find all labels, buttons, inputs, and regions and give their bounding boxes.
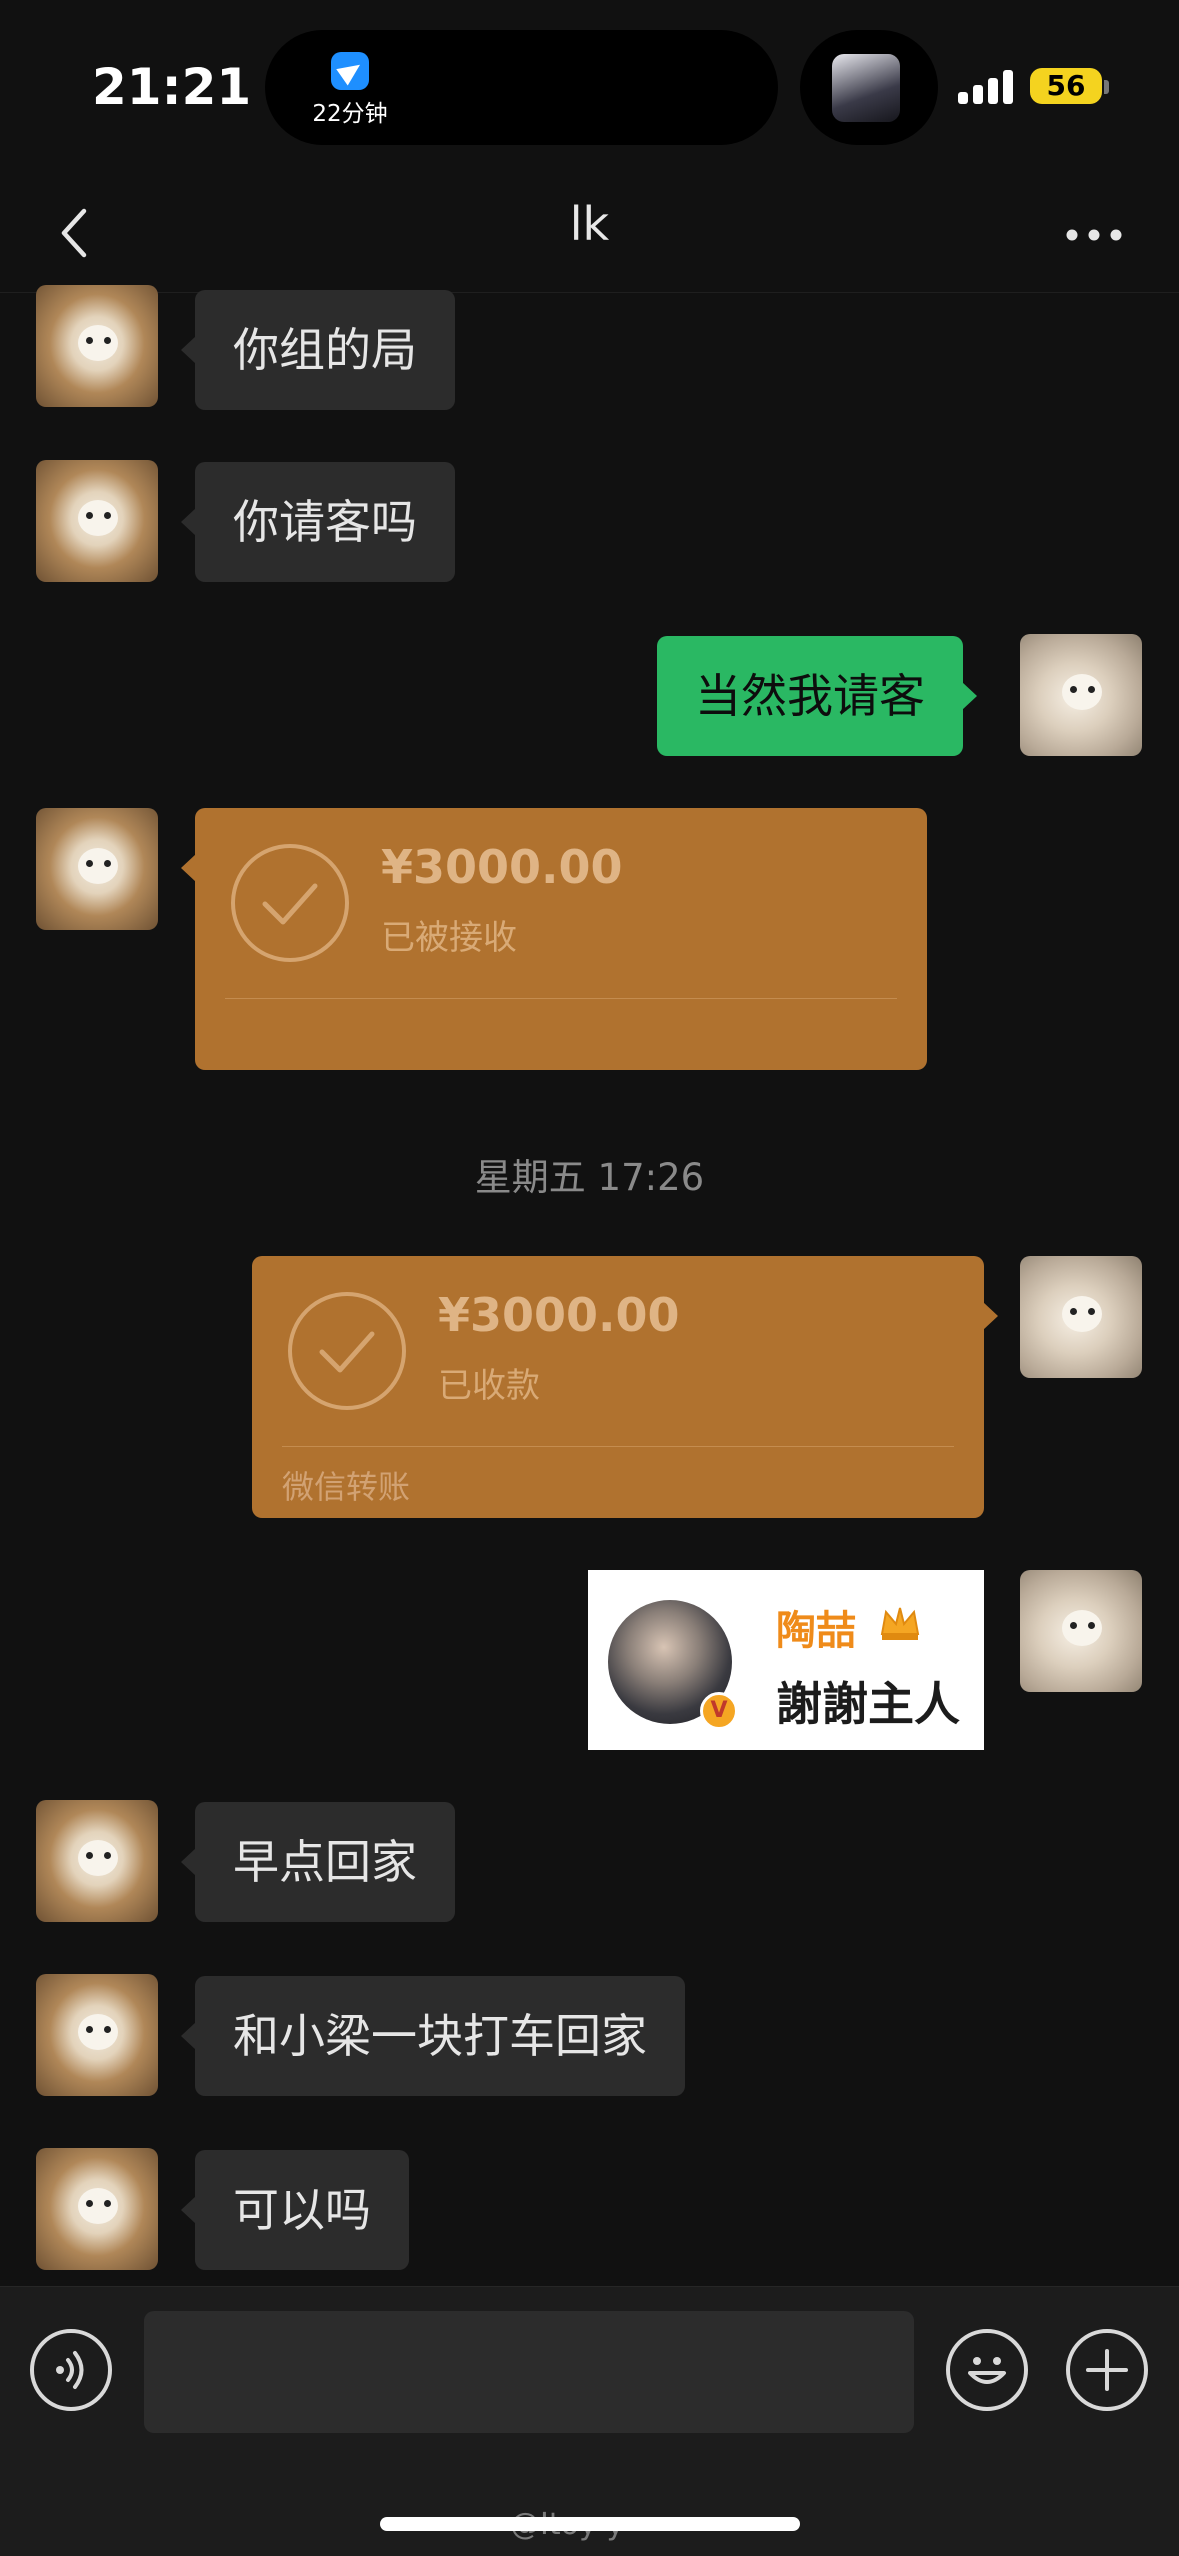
status-time: 21:21: [92, 58, 252, 116]
sticker-message[interactable]: V 陶喆 謝謝主人: [588, 1570, 984, 1750]
timestamp: 星期五 17:26: [474, 1156, 705, 1199]
divider: [282, 1446, 954, 1447]
contact-avatar[interactable]: [36, 808, 158, 930]
transfer-amount: ¥3000.00: [438, 1288, 680, 1342]
check-circle-icon: [231, 844, 349, 962]
transfer-card[interactable]: ¥3000.00 已被接收: [181, 808, 927, 1070]
contact-avatar[interactable]: [36, 285, 158, 407]
message-bubble-incoming[interactable]: 你请客吗: [181, 462, 455, 582]
message-bubble-incoming[interactable]: 可以吗: [181, 2150, 409, 2270]
navigation-app-icon: [331, 52, 369, 90]
transfer-status: 已收款: [438, 1366, 540, 1406]
verified-badge-icon: V: [700, 1692, 738, 1730]
contact-avatar[interactable]: [36, 1800, 158, 1922]
input-bar: @Itoy-y: [0, 2286, 1179, 2556]
status-bar: 21:21 22分钟 56: [0, 0, 1179, 175]
message-input[interactable]: [144, 2311, 914, 2433]
transfer-status: 已被接收: [381, 918, 517, 958]
battery-tip: [1104, 80, 1109, 94]
contact-avatar[interactable]: [36, 1974, 158, 2096]
live-activity[interactable]: 22分钟: [295, 52, 405, 128]
my-avatar[interactable]: [1020, 1570, 1142, 1692]
cellular-signal-icon: [958, 70, 1014, 104]
transfer-amount: ¥3000.00: [381, 840, 623, 894]
check-circle-icon: [288, 1292, 406, 1410]
my-avatar[interactable]: [1020, 634, 1142, 756]
battery-indicator: 56: [1030, 68, 1102, 104]
transfer-footer: 微信转账: [282, 1468, 411, 1506]
chat-title: lk: [569, 197, 610, 251]
media-artwork-icon: [832, 54, 900, 122]
message-bubble-incoming[interactable]: 早点回家: [181, 1802, 455, 1922]
emoji-icon[interactable]: [946, 2329, 1028, 2411]
contact-avatar[interactable]: [36, 2148, 158, 2270]
live-activity-text: 22分钟: [312, 101, 388, 127]
voice-icon[interactable]: [30, 2329, 112, 2411]
message-bubble-outgoing[interactable]: 当然我请客: [657, 636, 977, 756]
sticker-text: 謝謝主人: [776, 1677, 960, 1731]
divider: [225, 998, 897, 999]
crown-icon: [880, 1607, 920, 1640]
dynamic-island-secondary[interactable]: [800, 30, 938, 145]
plus-icon[interactable]: [1066, 2329, 1148, 2411]
message-bubble-incoming[interactable]: 你组的局: [181, 290, 455, 410]
my-avatar[interactable]: [1020, 1256, 1142, 1378]
message-bubble-incoming[interactable]: 和小梁一块打车回家: [181, 1976, 685, 2096]
sticker-name: 陶喆: [776, 1608, 856, 1654]
more-dots-icon[interactable]: [1064, 215, 1124, 255]
transfer-card[interactable]: ¥3000.00 已收款 微信转账: [252, 1256, 998, 1518]
home-indicator[interactable]: [380, 2517, 800, 2531]
dynamic-island[interactable]: 22分钟: [265, 30, 778, 145]
chat-header: lk: [0, 175, 1179, 293]
contact-avatar[interactable]: [36, 460, 158, 582]
